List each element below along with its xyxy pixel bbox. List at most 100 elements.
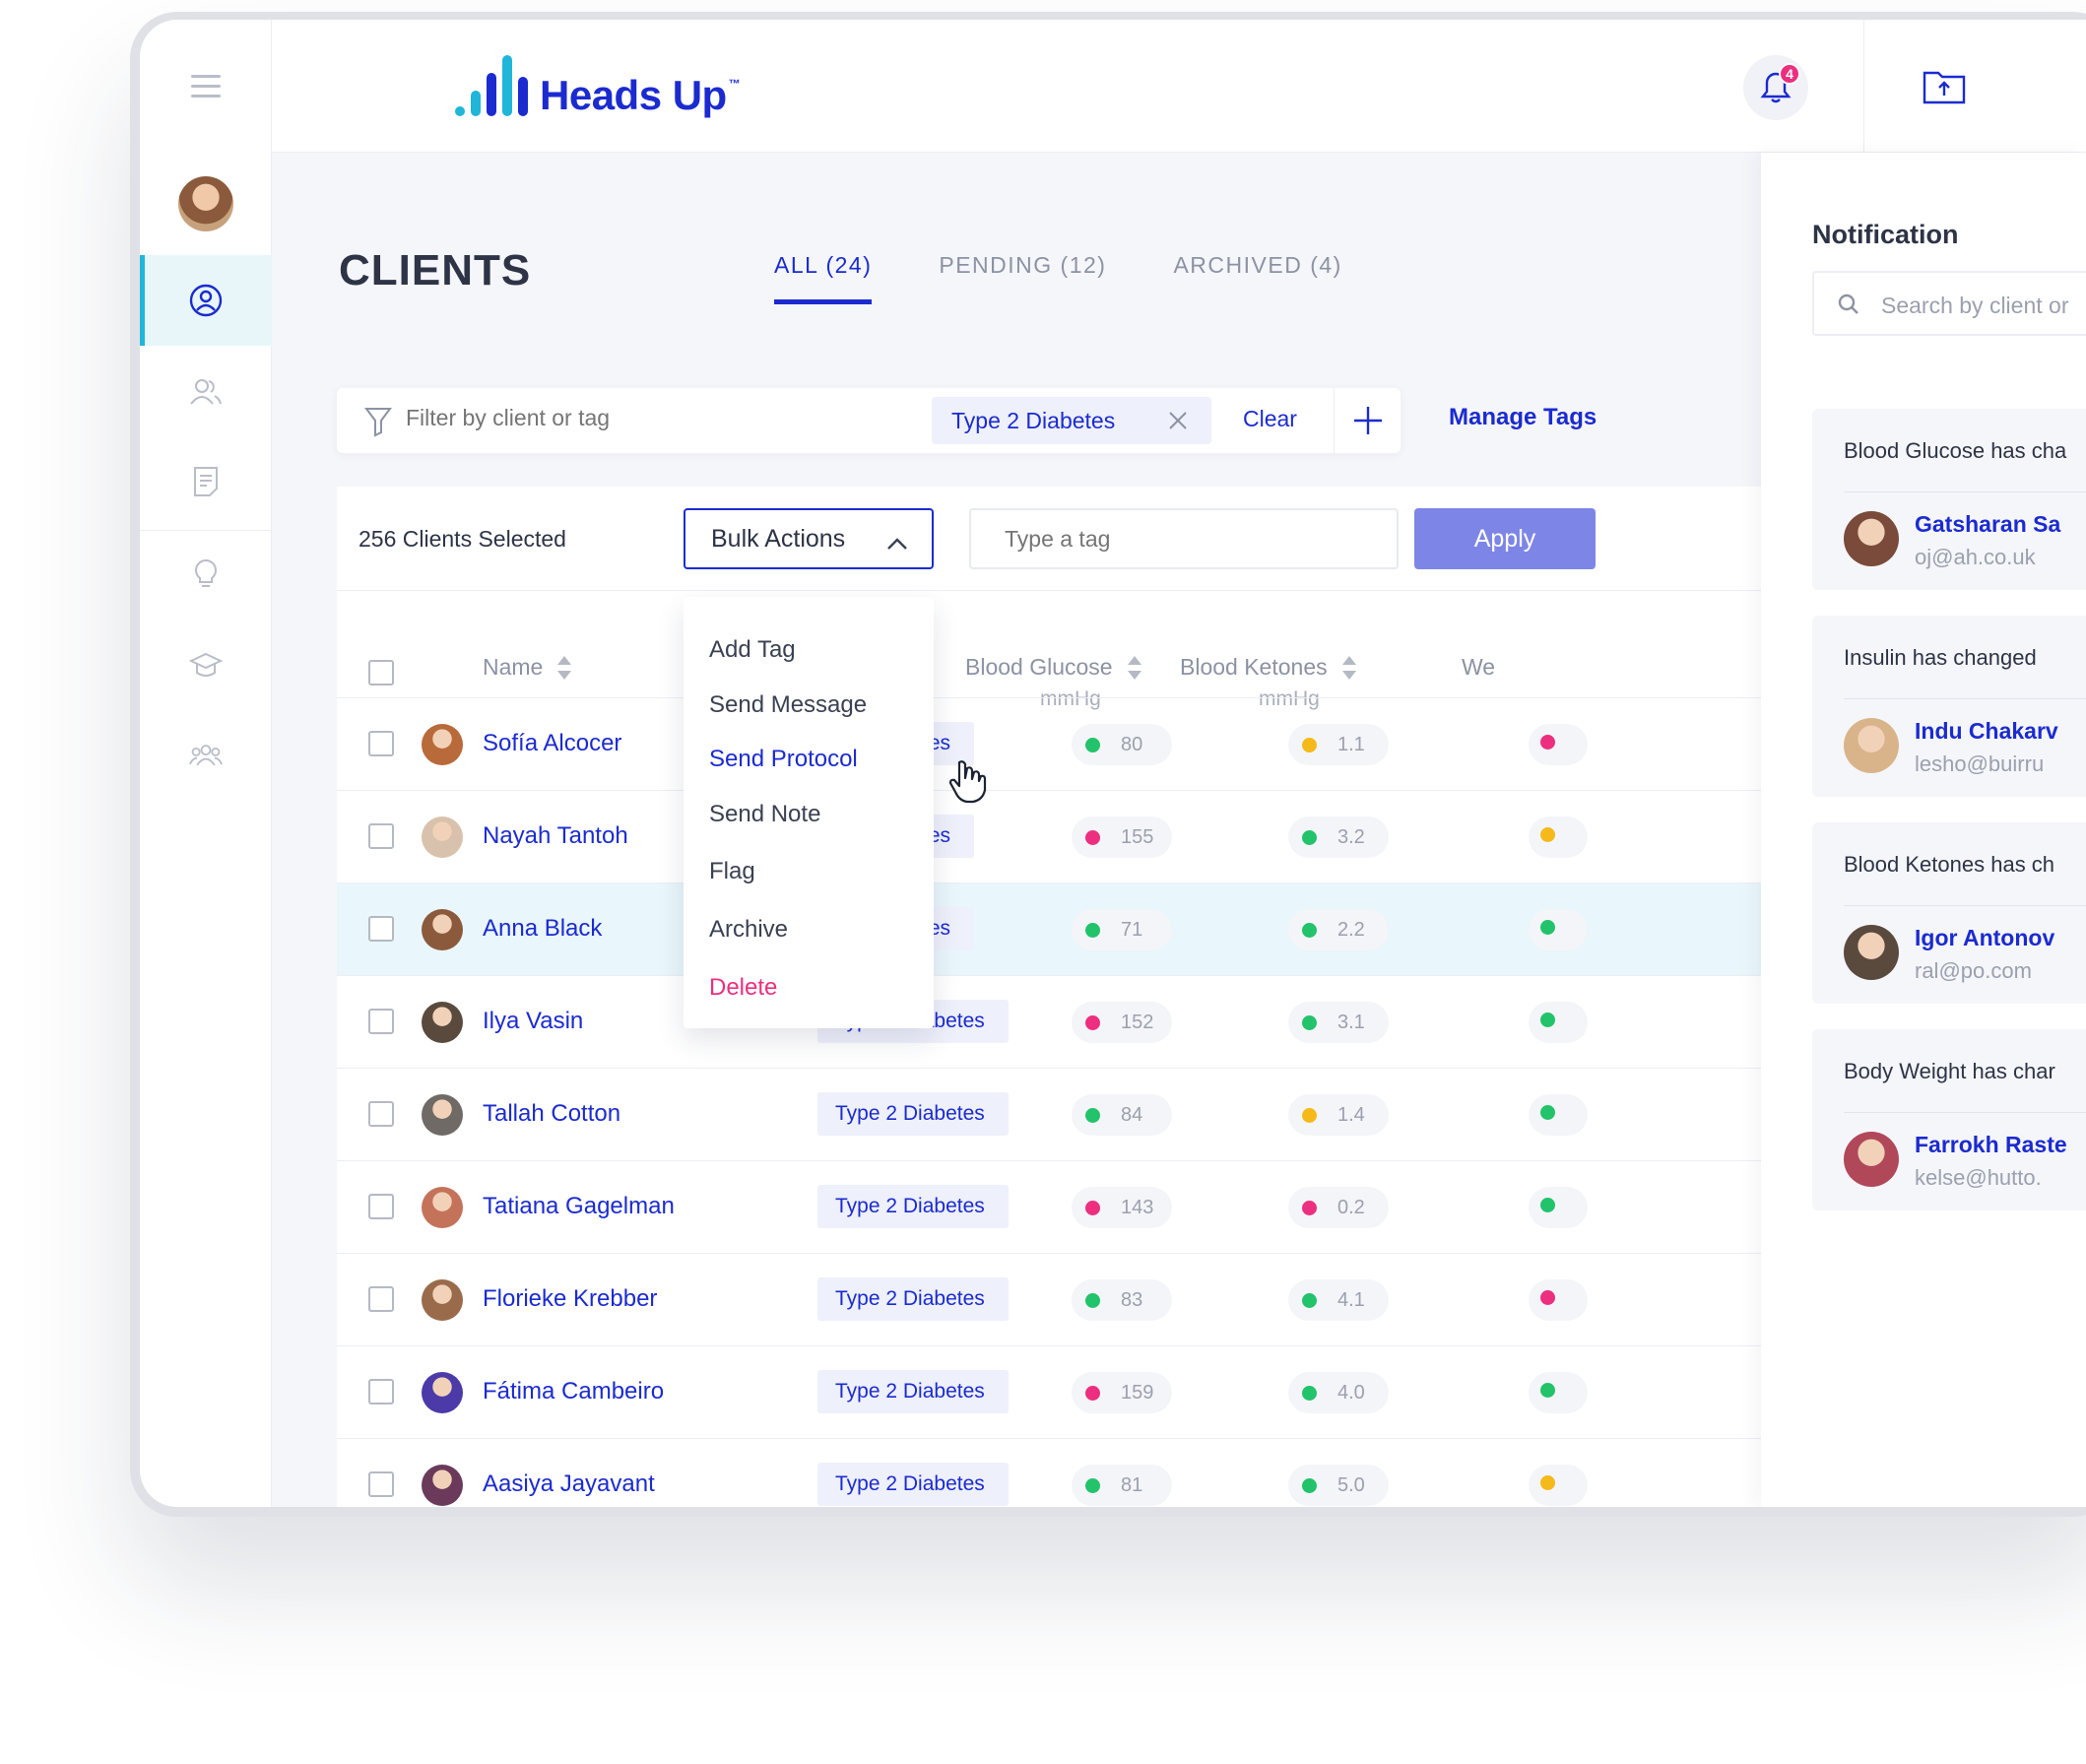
tag-input[interactable]: [969, 508, 1399, 569]
glucose-pill: 84: [1072, 1094, 1172, 1136]
table-row[interactable]: Fátima Cambeiro Type 2 Diabetes 159 4.0: [337, 1345, 1775, 1438]
client-tag[interactable]: Type 2 Diabetes: [817, 1370, 1009, 1413]
ketones-value: 5.0: [1337, 1473, 1365, 1496]
ketones-value: 0.2: [1337, 1196, 1365, 1218]
table-row[interactable]: Nayah Tantohabetes1553.2: [337, 790, 1775, 882]
active-tag-chip[interactable]: Type 2 Diabetes: [932, 397, 1211, 444]
sidebar: [140, 20, 272, 1507]
table-row[interactable]: Aasiya Jayavant Type 2 Diabetes 81 5.0: [337, 1438, 1775, 1507]
row-checkbox[interactable]: [368, 1194, 394, 1219]
row-checkbox[interactable]: [368, 916, 394, 942]
notification-search-input[interactable]: Search by client or: [1812, 271, 2086, 336]
funnel-icon: [364, 406, 392, 442]
selected-count: 256 Clients Selected: [359, 526, 566, 552]
notification-client-email: oj@ah.co.uk: [1915, 545, 2036, 569]
weight-pill: [1529, 1187, 1588, 1228]
notification-client-name[interactable]: Igor Antonov: [1915, 925, 2054, 951]
row-checkbox[interactable]: [368, 731, 394, 756]
column-header-weight[interactable]: We: [1462, 654, 1495, 681]
apply-button[interactable]: Apply: [1414, 508, 1596, 569]
row-checkbox[interactable]: [368, 1379, 394, 1405]
top-header: Heads Up ™ 4: [272, 20, 2086, 153]
weight-pill: [1529, 724, 1588, 765]
glucose-value: 81: [1121, 1473, 1143, 1496]
menu-item-flag[interactable]: Flag: [709, 858, 755, 885]
table-row[interactable]: Anna Blackabetes712.2: [337, 882, 1775, 975]
table-row[interactable]: Tatiana Gagelman Type 2 Diabetes 143 0.2: [337, 1160, 1775, 1253]
notification-client-name[interactable]: Farrokh Raste: [1915, 1132, 2067, 1158]
client-name[interactable]: Tallah Cotton: [483, 1100, 620, 1128]
document-icon[interactable]: [189, 465, 223, 498]
tab-all[interactable]: ALL (24): [774, 252, 873, 304]
ketones-value: 3.2: [1337, 825, 1365, 848]
client-avatar: [422, 1094, 463, 1136]
client-tag[interactable]: Type 2 Diabetes: [817, 1185, 1009, 1228]
notification-bell-button[interactable]: 4: [1743, 55, 1808, 120]
glucose-pill: 152: [1072, 1002, 1172, 1043]
notification-client-name[interactable]: Indu Chakarv: [1915, 718, 2058, 745]
brand-logo[interactable]: Heads Up ™: [455, 53, 741, 116]
menu-item-send-note[interactable]: Send Note: [709, 801, 820, 828]
menu-item-add-tag[interactable]: Add Tag: [709, 636, 796, 664]
users-icon[interactable]: [189, 374, 223, 408]
menu-item-send-protocol[interactable]: Send Protocol: [709, 746, 858, 773]
tab-pending[interactable]: PENDING (12): [939, 252, 1106, 304]
client-name[interactable]: Tatiana Gagelman: [483, 1193, 675, 1220]
client-name[interactable]: Fátima Cambeiro: [483, 1378, 664, 1405]
sort-icon: [1341, 655, 1356, 680]
notification-panel: Notification Search by client or Blood G…: [1761, 153, 2086, 1507]
glucose-value: 80: [1121, 733, 1143, 755]
row-checkbox[interactable]: [368, 1471, 394, 1497]
client-name[interactable]: Nayah Tantoh: [483, 822, 628, 850]
client-name[interactable]: Anna Black: [483, 915, 602, 943]
folder-upload-icon[interactable]: [1923, 67, 1966, 109]
add-filter-plus-icon[interactable]: [1351, 404, 1385, 442]
column-header-name-label: Name: [483, 654, 544, 680]
user-circle-icon[interactable]: [189, 284, 223, 317]
notification-card[interactable]: Blood Ketones has ch Igor Antonov ral@po.c…: [1812, 822, 2086, 1004]
remove-tag-icon[interactable]: [1166, 409, 1190, 438]
column-header-glucose-label: Blood Glucose: [965, 654, 1113, 680]
menu-item-delete[interactable]: Delete: [709, 974, 777, 1002]
row-checkbox[interactable]: [368, 1286, 394, 1312]
row-checkbox[interactable]: [368, 823, 394, 849]
menu-item-archive[interactable]: Archive: [709, 916, 788, 944]
table-row[interactable]: Sofía Alcocerabetes801.1: [337, 697, 1775, 790]
table-row[interactable]: Florieke Krebber Type 2 Diabetes 83 4.1: [337, 1253, 1775, 1345]
notification-client-name[interactable]: Gatsharan Sa: [1915, 511, 2060, 538]
ketones-status-dot: [1302, 923, 1317, 938]
client-tag[interactable]: Type 2 Diabetes: [817, 1463, 1009, 1506]
manage-tags-link[interactable]: Manage Tags: [1449, 404, 1597, 431]
row-checkbox[interactable]: [368, 1009, 394, 1034]
select-all-checkbox[interactable]: [368, 660, 394, 686]
bulk-actions-button[interactable]: Bulk Actions: [684, 508, 934, 569]
filter-input[interactable]: [406, 405, 898, 431]
menu-item-send-message[interactable]: Send Message: [709, 691, 867, 719]
table-row[interactable]: Tallah Cotton Type 2 Diabetes 84 1.4: [337, 1068, 1775, 1160]
tab-archived[interactable]: ARCHIVED (4): [1173, 252, 1341, 304]
notification-card-divider: [1844, 905, 2086, 906]
lightbulb-icon[interactable]: [189, 557, 223, 591]
ketones-pill: 2.2: [1288, 909, 1389, 950]
row-checkbox[interactable]: [368, 1101, 394, 1127]
menu-icon[interactable]: [191, 75, 221, 104]
client-tag[interactable]: Type 2 Diabetes: [817, 1277, 1009, 1321]
user-avatar[interactable]: [178, 176, 233, 231]
client-name[interactable]: Aasiya Jayavant: [483, 1470, 655, 1498]
notification-card-divider: [1844, 491, 2086, 492]
clear-filter-button[interactable]: Clear: [1243, 406, 1297, 432]
client-name[interactable]: Florieke Krebber: [483, 1285, 657, 1313]
notification-card[interactable]: Blood Glucose has cha Gatsharan Sa oj@ah.c…: [1812, 409, 2086, 590]
bulk-actions-menu: Add Tag Send Message Send Protocol Send …: [684, 597, 934, 1028]
column-header-name[interactable]: Name: [483, 654, 572, 681]
client-tag[interactable]: Type 2 Diabetes: [817, 1092, 1009, 1136]
table-row[interactable]: Ilya VasinType 2 Diabetes1523.1: [337, 975, 1775, 1068]
notification-card[interactable]: Insulin has changed Indu Chakarv lesho@bui…: [1812, 616, 2086, 797]
client-name[interactable]: Ilya Vasin: [483, 1008, 583, 1035]
notification-card[interactable]: Body Weight has char Farrokh Raste kelse@h…: [1812, 1029, 2086, 1210]
column-header-glucose[interactable]: Blood Glucose: [965, 654, 1142, 681]
client-name[interactable]: Sofía Alcocer: [483, 730, 621, 757]
graduation-cap-icon[interactable]: [189, 648, 223, 682]
group-icon[interactable]: [189, 739, 223, 772]
column-header-ketones[interactable]: Blood Ketones: [1180, 654, 1357, 681]
